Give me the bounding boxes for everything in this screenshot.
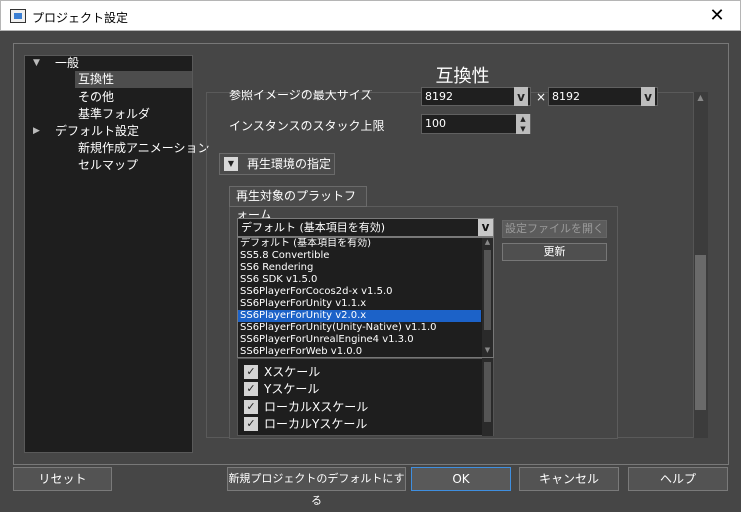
platform-dropdown-list: デフォルト (基本項目を有効) SS5.8 Convertible SS6 Re… [237,237,494,358]
open-config-button[interactable]: 設定ファイルを開く [502,220,607,238]
dropdown-option[interactable]: SS6PlayerForCocos2d-x v1.5.0 [240,286,393,298]
dropdown-option[interactable]: デフォルト (基本項目を有効) [240,238,371,250]
dropdown-option-highlighted[interactable]: SS6PlayerForUnity v2.0.x [238,310,481,322]
times-sign: × [536,90,547,104]
dropdown-scroll-thumb[interactable] [484,250,491,330]
dropdown-option[interactable]: SS6 SDK v1.5.0 [240,274,317,286]
platform-select[interactable]: デフォルト (基本項目を有効) [237,218,494,237]
tree-item-general[interactable]: ▼ 一般 [33,55,79,72]
platform-group-title: 再生対象のプラットフォーム [229,186,367,222]
update-button[interactable]: 更新 [502,243,607,261]
checkbox-checked-icon[interactable]: ✓ [244,365,258,379]
dropdown-option[interactable]: SS6PlayerForUnrealEngine4 v1.3.0 [240,334,414,346]
dropdown-option[interactable]: SS6PlayerForUnity v1.1.x [240,298,366,310]
chevron-down-icon[interactable]: v [641,87,655,106]
dropdown-option[interactable]: SS6PlayerForUnity(Unity-Native) v1.1.0 [240,322,437,334]
dropdown-option[interactable]: SS5.8 Convertible [240,250,329,262]
title-bar: プロジェクト設定 ✕ [0,0,741,31]
property-checklist: ✓ Xスケール ✓ Yスケール ✓ ローカルXスケール ✓ ローカルYスケール [237,358,494,436]
ref-image-label: 参照イメージの最大サイズ [229,90,373,102]
scroll-down-icon[interactable]: ▼ [482,346,493,356]
dropdown-option[interactable]: SS6 Rendering [240,262,313,274]
window-title: プロジェクト設定 [32,11,129,25]
tree-item-new-animation[interactable]: 新規作成アニメーション [78,140,210,157]
ok-button[interactable]: OK [411,467,511,491]
scroll-up-icon[interactable]: ▲ [482,238,493,248]
tree-item-cellmap[interactable]: セルマップ [78,157,138,174]
playback-section-header[interactable]: ▼ 再生環境の指定 [219,153,335,175]
page-title: 互換性 [435,66,490,87]
checkbox-checked-icon[interactable]: ✓ [244,382,258,396]
tree-item-compatibility[interactable]: 互換性 [75,71,192,88]
checkbox-checked-icon[interactable]: ✓ [244,417,258,431]
chevron-down-icon[interactable]: ▼ [224,157,238,171]
instance-stack-label: インスタンスのスタック上限 [229,119,385,133]
chevron-down-icon[interactable]: ▼ [33,55,40,72]
chevron-right-icon[interactable]: ▶ [33,123,40,140]
set-default-button[interactable]: 新規プロジェクトのデフォルトにする [227,467,406,507]
chevron-down-icon[interactable]: v [514,87,528,106]
checkbox-checked-icon[interactable]: ✓ [244,400,258,414]
scroll-up-icon[interactable]: ▲ [695,93,706,105]
cancel-button[interactable]: キャンセル [519,467,619,491]
app-icon [10,9,26,23]
tree-item-other[interactable]: その他 [78,89,114,106]
checklist-scroll-thumb[interactable] [484,362,491,422]
tree-item-default-settings[interactable]: ▶ デフォルト設定 [33,123,139,140]
close-button[interactable]: ✕ [694,1,740,31]
tree-item-base-folder[interactable]: 基準フォルダ [78,106,150,123]
help-button[interactable]: ヘルプ [628,467,728,491]
reset-button[interactable]: リセット [13,467,112,491]
chevron-down-icon[interactable]: v [478,219,493,236]
dropdown-option[interactable]: SS6PlayerForWeb v1.0.0 [240,346,362,357]
spin-up-icon[interactable]: ▲ [516,114,530,124]
instance-stack-input[interactable]: 100 [421,114,531,134]
settings-scroll-thumb[interactable] [695,255,706,410]
spin-down-icon[interactable]: ▼ [516,124,530,134]
